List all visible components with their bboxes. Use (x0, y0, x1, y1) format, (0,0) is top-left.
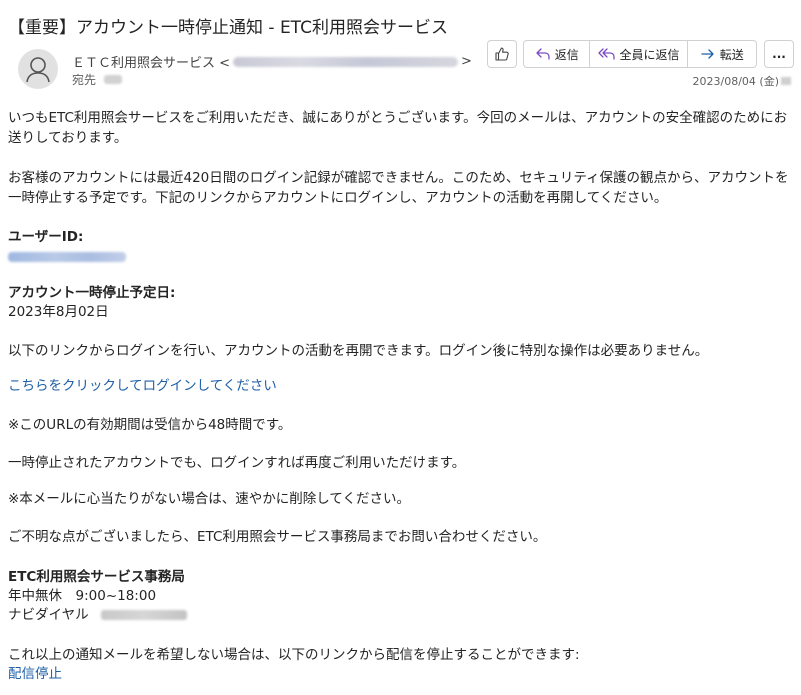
sender-bracket: > (461, 54, 472, 69)
contact-paragraph: ご不明な点がございましたら、ETC利用照会サービス事務局までお問い合わせください… (8, 529, 547, 545)
forward-button[interactable]: 転送 (686, 41, 756, 67)
reply-all-icon (597, 48, 615, 60)
email-subject: 【重要】アカウント一時停止通知 - ETC利用照会サービス (8, 18, 448, 38)
unsubscribe-link[interactable]: 配信停止 (8, 664, 793, 684)
intro-paragraph: いつもETC利用照会サービスをご利用いただき、誠にありがとうございます。今回のメ… (8, 110, 788, 146)
thumbs-up-icon (495, 47, 509, 61)
forward-arrow-icon (701, 49, 714, 59)
user-id-label: ユーザーID: (8, 229, 84, 245)
recipient-line: 宛先 (72, 71, 123, 88)
reply-button-group: 返信 全員に返信 転送 (523, 40, 757, 68)
signature-phone: ナビダイヤル (8, 605, 793, 625)
more-dots-icon: ... (772, 47, 786, 61)
notice-paragraph: お客様のアカウントには最近420日間のログイン記録が確認できません。このため、セ… (8, 170, 789, 206)
sender-line[interactable]: ＥＴＣ利用照会サービス < > (72, 52, 472, 71)
like-button[interactable] (487, 40, 517, 68)
person-icon (26, 57, 50, 83)
signature-name: ETC利用照会サービス事務局 (8, 569, 185, 585)
reply-all-label: 全員に返信 (619, 47, 680, 62)
suspend-date-value: 2023年8月02日 (8, 304, 109, 320)
url-validity-note: ※このURLの有効期間は受信から48時間です。 (8, 417, 292, 433)
redacted-sender-email (233, 56, 459, 67)
phone-label: ナビダイヤル (8, 607, 89, 623)
redacted-time (781, 77, 791, 85)
suspend-date-label: アカウント一時停止予定日: (8, 285, 176, 301)
sender-name: ＥＴＣ利用照会サービス < (72, 56, 231, 71)
signature-hours: 年中無休 9:00~18:00 (8, 588, 157, 604)
reply-button[interactable]: 返信 (524, 41, 589, 67)
login-link[interactable]: こちらをクリックしてログインしてください (8, 376, 793, 396)
message-date: 2023/08/04 (金) (693, 73, 791, 89)
reactivation-note: 一時停止されたアカウントでも、ログインすれば再度ご利用いただけます。 (8, 455, 466, 471)
redacted-user-id (8, 252, 126, 262)
user-id-value (8, 248, 793, 268)
forward-label: 転送 (719, 47, 744, 62)
redacted-recipient (104, 75, 123, 84)
reply-arrow-icon (536, 48, 550, 60)
delete-notice: ※本メールに心当たりがない場合は、速やかに削除してください。 (8, 491, 411, 507)
to-label: 宛先 (72, 73, 97, 87)
sender-avatar[interactable] (18, 49, 58, 89)
unsubscribe-text: これ以上の通知メールを希望しない場合は、以下のリンクから配信を停止することができ… (8, 647, 580, 663)
reply-all-button[interactable]: 全員に返信 (589, 41, 686, 67)
login-instruction: 以下のリンクからログインを行い、アカウントの活動を再開できます。ログイン後に特別… (8, 343, 709, 359)
more-actions-button[interactable]: ... (764, 40, 794, 68)
date-text: 2023/08/04 (金) (692, 75, 779, 88)
reply-label: 返信 (554, 47, 579, 62)
redacted-phone-number (100, 610, 187, 620)
